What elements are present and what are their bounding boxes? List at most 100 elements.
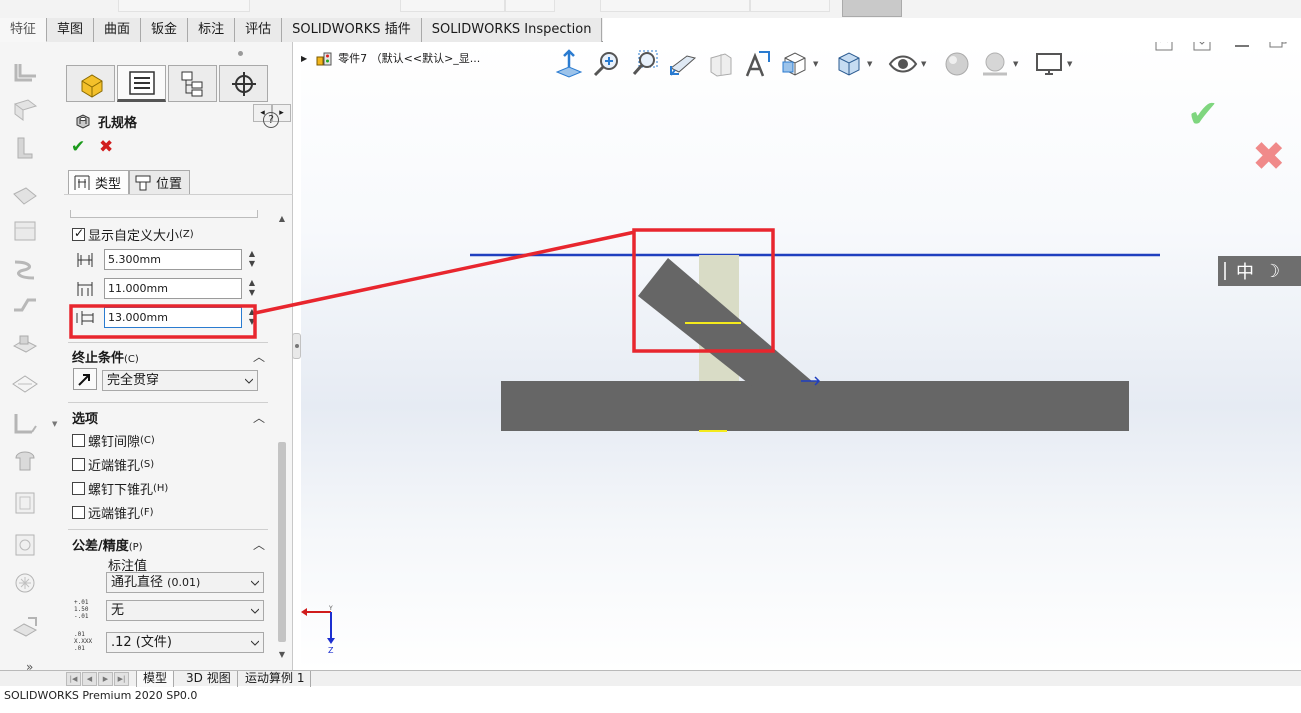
base-plate-body[interactable] [501, 381, 1129, 431]
through-diameter-icon [77, 253, 93, 267]
spinner-icon[interactable]: ▲ ▼ [246, 249, 258, 270]
unfold-icon[interactable]: ▼ [10, 410, 57, 436]
counterbore-diameter-input[interactable]: 11.000mm [104, 278, 242, 299]
miter-flange-icon[interactable] [10, 134, 40, 160]
callout-value-select[interactable]: 通孔直径 (0.01) [106, 572, 264, 593]
options-header[interactable]: 选项 [72, 408, 98, 427]
checkbox-box[interactable] [72, 506, 85, 519]
hole-size-combo-clipped[interactable] [70, 210, 258, 218]
edge-flange-icon[interactable] [10, 96, 40, 122]
checkbox-box[interactable] [72, 434, 85, 447]
forming-tool-icon[interactable] [10, 332, 40, 358]
option-under-head-countersink[interactable]: 螺钉下锥孔 (H) [72, 479, 168, 498]
base-flange-icon[interactable] [10, 60, 40, 86]
configuration-manager-tab[interactable] [168, 65, 217, 102]
feature-manager-tab[interactable] [66, 65, 115, 102]
through-diameter-input[interactable]: 5.300mm [104, 249, 242, 270]
moon-icon[interactable]: ☽ [1264, 261, 1280, 282]
tab-icon[interactable] [10, 218, 40, 244]
last-tab-icon[interactable]: ▶| [114, 672, 129, 686]
checkbox-box[interactable] [72, 482, 85, 495]
hem-icon[interactable] [10, 182, 40, 208]
scroll-down-icon[interactable]: ▼ [275, 650, 289, 664]
graphics-area[interactable]: ▶ 零件7 （默认<<默认>_显... ▼ ▼ ▼ ▼ ▼ ✔ ✖ 中 ☽ X … [301, 42, 1301, 670]
model-viewport[interactable] [301, 42, 1301, 670]
tab-solidworks-addins[interactable]: SOLIDWORKS 插件 [282, 18, 422, 42]
tab-sheet-metal[interactable]: 钣金 [141, 18, 189, 42]
tolerance-type-value: 无 [111, 603, 125, 618]
checkbox-box[interactable] [72, 226, 85, 241]
counterbore-depth-input[interactable]: 13.000mm [104, 307, 242, 328]
chevron-down-icon[interactable]: ▼ [52, 420, 57, 428]
tolerance-type-select[interactable]: 无 [106, 600, 264, 621]
scroll-thumb[interactable] [278, 442, 286, 642]
scroll-up-icon[interactable]: ▲ [275, 214, 289, 228]
ime-toolbar[interactable]: 中 ☽ [1218, 256, 1301, 286]
jog-icon[interactable] [10, 292, 40, 318]
ribbon-button-ghost[interactable] [600, 0, 750, 12]
chevron-down-icon [245, 378, 253, 384]
prev-tab-icon[interactable]: ◀ [82, 672, 97, 686]
ime-grip[interactable] [1224, 262, 1226, 280]
ribbon-button-ghost[interactable] [505, 0, 555, 12]
vent-icon[interactable] [10, 532, 40, 558]
fold-icon[interactable] [10, 448, 40, 474]
property-manager-tab[interactable] [117, 65, 166, 102]
subtab-position[interactable]: 位置 [129, 170, 191, 195]
panel-grip[interactable] [238, 51, 243, 56]
panel-collapse-handle[interactable] [292, 333, 301, 359]
tab-evaluate[interactable]: 评估 [235, 18, 283, 42]
option-screw-clearance[interactable]: 螺钉间隙 (C) [72, 431, 155, 450]
first-tab-icon[interactable]: |◀ [66, 672, 81, 686]
corner-icon[interactable] [10, 490, 40, 516]
reverse-direction-button[interactable] [73, 368, 97, 390]
tab-model[interactable]: 模型 [136, 671, 175, 687]
insert-bends-icon[interactable] [10, 614, 40, 640]
precision-select[interactable]: .12 (文件) [106, 632, 264, 653]
ribbon-button-ghost[interactable] [750, 0, 830, 12]
tab-markup[interactable]: 标注 [188, 18, 236, 42]
end-condition-hotkey: (C) [124, 354, 139, 365]
ime-mode[interactable]: 中 [1236, 258, 1254, 284]
tab-surfaces[interactable]: 曲面 [94, 18, 142, 42]
next-tab-icon[interactable]: ▶ [98, 672, 113, 686]
cancel-button[interactable]: ✖ [99, 137, 113, 157]
tab-3d-views[interactable]: 3D 视图 [180, 671, 238, 687]
help-icon[interactable]: ? [263, 112, 279, 128]
tab-solidworks-inspection[interactable]: SOLIDWORKS Inspection [421, 18, 603, 42]
collapse-chevron-icon[interactable]: ︿ [253, 348, 265, 365]
option-near-side-countersink[interactable]: 近端锥孔 (S) [72, 455, 154, 474]
tab-motion-study[interactable]: 运动算例 1 [239, 671, 312, 687]
tolerance-header[interactable]: 公差/精度(P) [72, 535, 143, 554]
option-hotkey: (H) [153, 483, 169, 494]
configuration-manager-icon [181, 71, 202, 96]
end-condition-select[interactable]: 完全贯穿 [102, 370, 258, 391]
tab-features[interactable]: 特征 [0, 18, 48, 42]
feature-manager-icon [81, 73, 102, 98]
ribbon-button-ghost[interactable] [118, 0, 250, 12]
ok-button[interactable]: ✔ [71, 137, 85, 157]
manager-tabs: ◂ ▸ [64, 64, 293, 122]
show-custom-size-checkbox[interactable]: 显示自定义大小 (Z) [72, 225, 194, 244]
end-condition-header[interactable]: 终止条件(C) [72, 347, 139, 366]
subtab-type[interactable]: 类型 [68, 170, 130, 195]
collapse-chevron-icon[interactable]: ︿ [253, 409, 265, 426]
triad-y-label: Y [328, 605, 333, 612]
bends-icon[interactable] [10, 370, 40, 396]
pm-vertical-scrollbar[interactable]: ▲ ▼ [275, 210, 289, 666]
hole-wizard-icon [76, 114, 90, 129]
collapse-chevron-icon[interactable]: ︿ [253, 536, 265, 553]
option-far-side-countersink[interactable]: 远端锥孔 (F) [72, 503, 154, 522]
property-manager-icon [128, 70, 155, 95]
tab-sketch[interactable]: 草图 [47, 18, 95, 42]
rip-icon[interactable] [10, 570, 40, 596]
option-hotkey: (S) [140, 459, 155, 470]
spinner-icon[interactable]: ▲ ▼ [246, 278, 258, 299]
sketched-bend-icon[interactable] [10, 256, 40, 282]
checkbox-box[interactable] [72, 458, 85, 471]
dimxpert-manager-tab[interactable] [219, 65, 268, 102]
ribbon-selected-button[interactable] [842, 0, 902, 17]
checkbox-hotkey: (Z) [179, 229, 194, 240]
spinner-icon[interactable]: ▲ ▼ [246, 307, 258, 328]
ribbon-button-ghost[interactable] [400, 0, 505, 12]
